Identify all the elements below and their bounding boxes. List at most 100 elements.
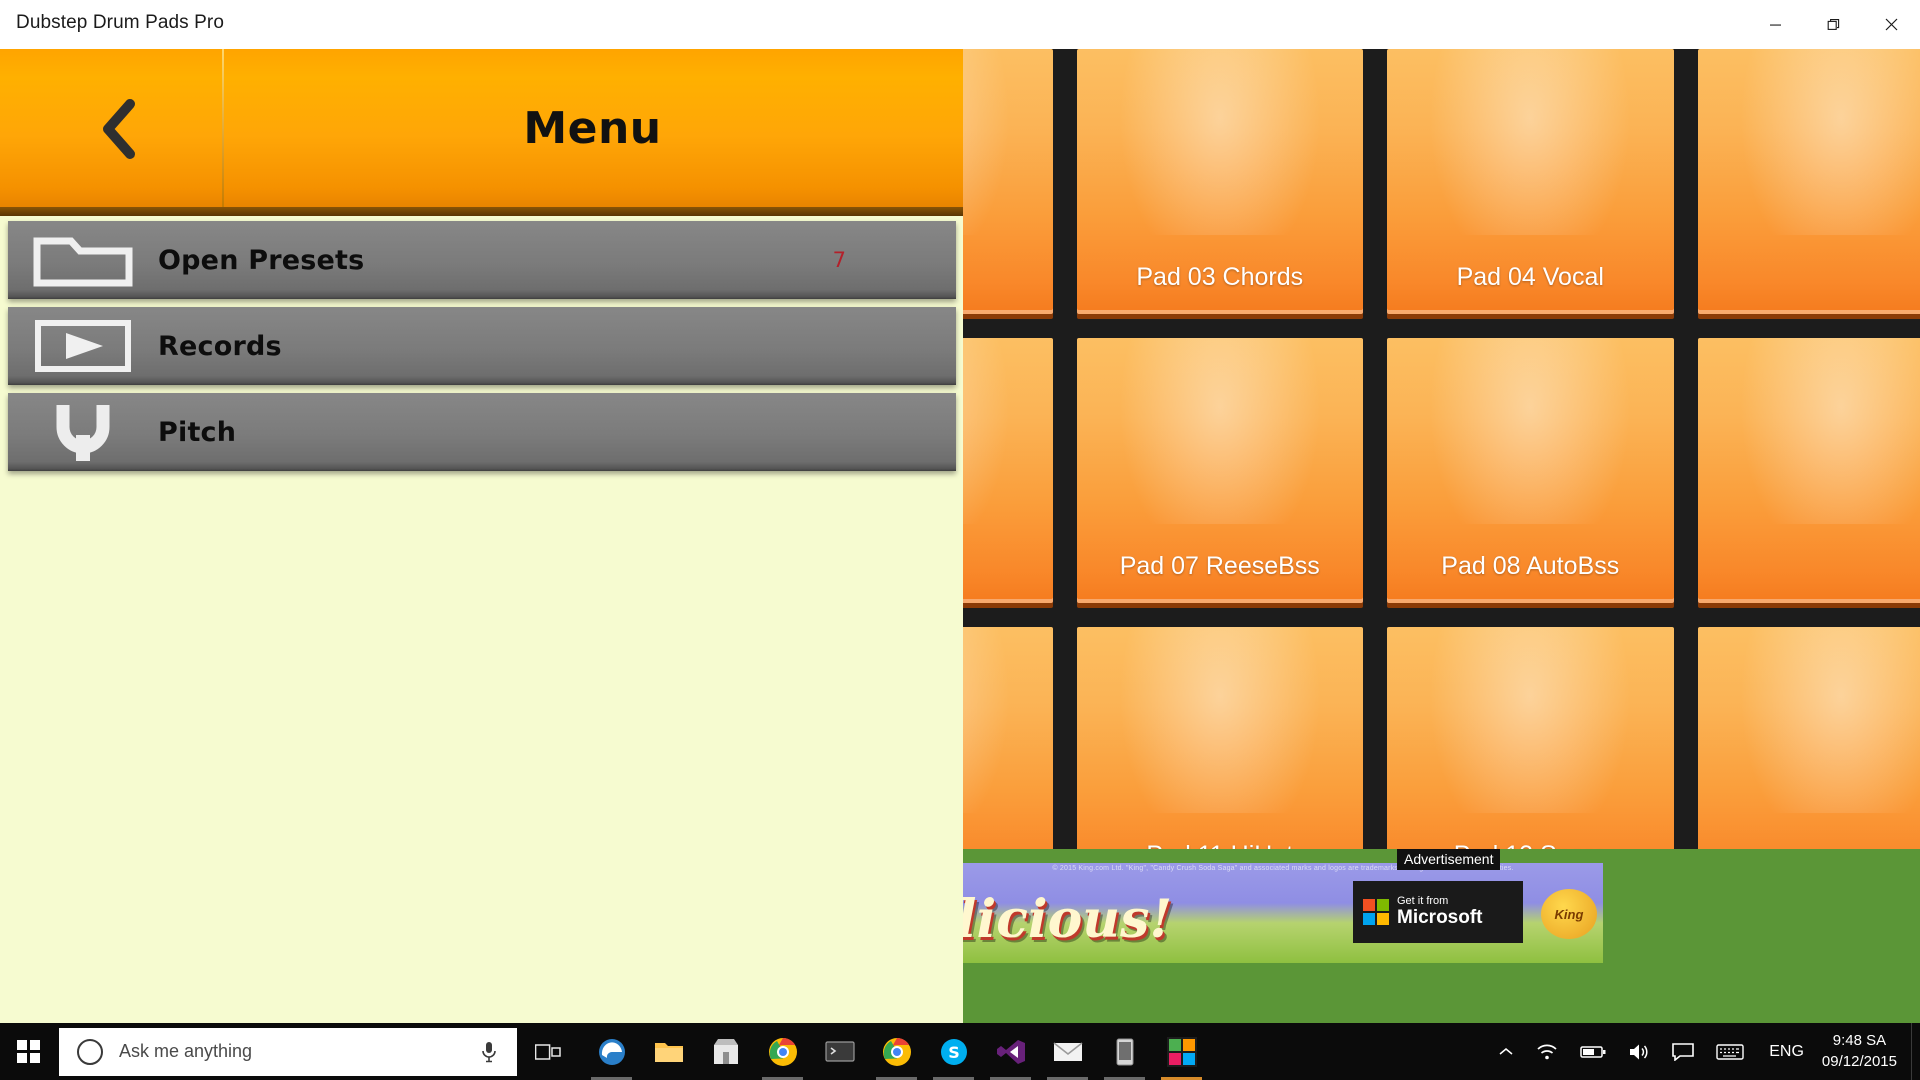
get-it-from-microsoft-button[interactable]: Get it from Microsoft [1353, 881, 1523, 943]
terminal-icon [824, 1040, 855, 1062]
start-button[interactable] [0, 1023, 57, 1080]
video-play-icon [8, 307, 158, 385]
menu-panel: Menu Open Presets 7 Records Pitch [0, 49, 963, 1023]
taskbar-app-chrome[interactable] [754, 1023, 811, 1080]
menu-item-pitch[interactable]: Pitch [8, 393, 956, 471]
close-button[interactable] [1862, 0, 1920, 49]
battery-icon [1580, 1045, 1606, 1058]
menu-header-title: Menu [523, 102, 662, 154]
taskbar-app-drum-pads[interactable] [1153, 1023, 1210, 1080]
drum-pad[interactable] [1697, 338, 1920, 603]
taskbar-app-store[interactable] [697, 1023, 754, 1080]
menu-item-label: Open Presets [158, 244, 365, 276]
drum-pads-icon [1166, 1036, 1197, 1067]
system-tray: ENG 9:48 SA 09/12/2015 [1487, 1023, 1920, 1080]
network-button[interactable] [1525, 1023, 1569, 1080]
taskbar-app-device[interactable] [1096, 1023, 1153, 1080]
menu-item-label: Records [158, 330, 282, 362]
taskbar-app-file-explorer[interactable] [640, 1023, 697, 1080]
task-view-button[interactable] [517, 1023, 579, 1080]
drum-pad[interactable]: Pad 11 HiHat [1076, 627, 1363, 849]
battery-button[interactable] [1569, 1023, 1617, 1080]
back-button[interactable] [60, 89, 180, 169]
search-input[interactable]: Ask me anything [119, 1041, 481, 1062]
tuning-fork-icon [8, 393, 158, 471]
chrome-icon [882, 1037, 911, 1066]
king-logo-icon: King [1541, 889, 1597, 939]
restore-icon [1827, 19, 1839, 30]
visual-studio-icon [996, 1039, 1025, 1064]
drum-pad[interactable]: Pad 07 ReeseBss [1076, 338, 1363, 603]
advertisement-badge: Advertisement [1397, 849, 1501, 870]
clock-date: 09/12/2015 [1821, 1052, 1897, 1070]
show-hidden-icons-button[interactable] [1487, 1023, 1525, 1080]
minimize-button[interactable] [1746, 0, 1804, 49]
advertisement-strip: © 2015 King.com Ltd. "King", "Candy Crus… [963, 849, 1920, 1023]
taskbar-app-mail[interactable] [1039, 1023, 1096, 1080]
folder-icon [654, 1042, 683, 1062]
title-bar: Dubstep Drum Pads Pro [0, 0, 1920, 49]
touch-keyboard-button[interactable] [1705, 1023, 1755, 1080]
menu-item-open-presets[interactable]: Open Presets 7 [8, 221, 956, 299]
drum-pad[interactable]: Pad 04 Vocal [1387, 49, 1674, 314]
menu-item-label: Pitch [158, 416, 237, 448]
app-window: Dubstep Drum Pads Pro Menu Open Presets … [0, 0, 1920, 1023]
microsoft-logo-icon [1363, 899, 1389, 925]
maximize-button[interactable] [1804, 0, 1862, 49]
search-box[interactable]: Ask me anything [59, 1027, 517, 1076]
taskbar-app-chrome-2[interactable] [868, 1023, 925, 1080]
language-indicator[interactable]: ENG [1755, 1043, 1818, 1061]
advertisement-headline: alicious! [963, 889, 1173, 950]
chevron-left-icon [103, 99, 135, 159]
advertisement-banner[interactable]: © 2015 King.com Ltd. "King", "Candy Crus… [963, 863, 1603, 963]
drum-pad[interactable] [963, 49, 1053, 314]
drum-pad-grid: Pad 03 Chords Pad 04 Vocal Pad 07 ReeseB… [963, 49, 1920, 849]
task-view-icon [535, 1043, 561, 1060]
window-title: Dubstep Drum Pads Pro [16, 12, 225, 33]
chevron-up-icon [1499, 1047, 1513, 1055]
drum-pad[interactable] [963, 338, 1053, 603]
action-center-button[interactable] [1661, 1023, 1705, 1080]
microphone-icon[interactable] [481, 1041, 497, 1063]
menu-list: Open Presets 7 Records Pitch [8, 221, 956, 479]
drum-pad[interactable]: Pad 03 Chords [1076, 49, 1363, 314]
taskbar-app-skype[interactable]: S [925, 1023, 982, 1080]
cortana-icon [77, 1038, 103, 1065]
menu-item-records[interactable]: Records [8, 307, 956, 385]
drum-pad[interactable] [963, 627, 1053, 849]
taskbar-app-terminal[interactable] [811, 1023, 868, 1080]
volume-button[interactable] [1617, 1023, 1661, 1080]
pad-label: Pad 12 Snare [1454, 841, 1607, 849]
taskbar-app-edge[interactable] [583, 1023, 640, 1080]
advertisement-legal-text: © 2015 King.com Ltd. "King", "Candy Crus… [1052, 865, 1514, 872]
mail-icon [1053, 1041, 1082, 1061]
edge-icon [598, 1038, 625, 1065]
windows-logo-icon [17, 1040, 40, 1063]
svg-text:S: S [948, 1043, 960, 1062]
drum-pad[interactable] [1697, 627, 1920, 849]
pinned-apps: S [583, 1023, 1210, 1080]
show-desktop-button[interactable] [1911, 1023, 1920, 1080]
pad-label: Pad 04 Vocal [1456, 263, 1604, 291]
drum-pad[interactable] [1697, 49, 1920, 314]
clock[interactable]: 9:48 SA 09/12/2015 [1818, 1031, 1911, 1072]
speech-bubble-icon [1672, 1042, 1695, 1061]
chrome-icon [768, 1037, 797, 1066]
drum-pad[interactable]: Pad 12 Snare [1387, 627, 1674, 849]
preset-count-badge: 7 [832, 248, 846, 272]
pad-label: Pad 03 Chords [1136, 263, 1304, 291]
wifi-icon [1537, 1044, 1557, 1059]
device-icon [1116, 1038, 1133, 1065]
taskbar: Ask me anything S ENG 9:48 SA 09/12/2015 [0, 1023, 1920, 1080]
taskbar-app-visual-studio[interactable] [982, 1023, 1039, 1080]
speaker-icon [1630, 1044, 1648, 1059]
store-icon [713, 1038, 738, 1064]
store-big-text: Microsoft [1397, 906, 1483, 928]
skype-icon: S [940, 1038, 967, 1065]
drum-pad[interactable]: Pad 08 AutoBss [1387, 338, 1674, 603]
folder-icon [8, 221, 158, 299]
minimize-icon [1769, 24, 1781, 26]
close-icon [1885, 18, 1897, 31]
drum-pad-area: Pad 03 Chords Pad 04 Vocal Pad 07 ReeseB… [963, 49, 1920, 849]
pad-label: Pad 07 ReeseBss [1119, 552, 1320, 580]
